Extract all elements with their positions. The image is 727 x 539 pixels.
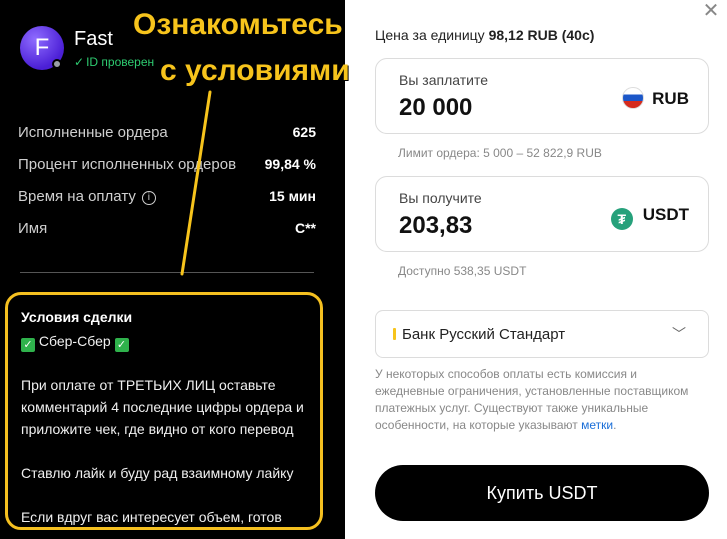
payment-method-select[interactable]: Банк Русский Стандарт ﹀ <box>375 310 709 358</box>
available-hint: Доступно 538,35 USDT <box>398 264 527 278</box>
russia-flag-icon <box>622 87 645 109</box>
annotation-line-2: с условиями <box>160 54 350 87</box>
payment-note-text: У некоторых способов оплаты есть комисси… <box>375 367 689 432</box>
unit-price-value: 98,12 RUB (40с) <box>488 27 595 43</box>
receive-amount-input[interactable]: 203,83 <box>399 212 472 240</box>
unit-price-label: Цена за единицу <box>375 27 485 43</box>
annotation-line-1: Ознакомьтесь <box>133 8 343 41</box>
tether-icon: ₮ <box>610 208 633 230</box>
buy-usdt-button[interactable]: Купить USDT <box>375 465 709 521</box>
receive-currency-code: USDT <box>642 205 689 224</box>
unit-price: Цена за единицу 98,12 RUB (40с) <box>375 27 594 43</box>
payment-method-value: Банк Русский Стандарт <box>402 326 566 343</box>
bank-color-mark <box>393 328 396 340</box>
receive-label: Вы получите <box>399 190 482 206</box>
payment-note-end: . <box>613 418 617 432</box>
receive-amount-field[interactable]: Вы получите 203,83 ₮ USDT <box>375 176 709 252</box>
pay-amount-input[interactable]: 20 000 <box>399 94 472 122</box>
pay-currency: RUB <box>622 87 689 109</box>
receive-currency: ₮ USDT <box>610 205 689 230</box>
order-limit-hint: Лимит ордера: 5 000 – 52 822,9 RUB <box>398 146 602 160</box>
pay-label: Вы заплатите <box>399 72 488 88</box>
payment-note: У некоторых способов оплаты есть комисси… <box>375 366 705 434</box>
pay-currency-code: RUB <box>652 89 689 108</box>
tags-link[interactable]: метки <box>581 418 613 432</box>
pay-amount-field[interactable]: Вы заплатите 20 000 RUB <box>375 58 709 134</box>
close-icon[interactable]: ✕ <box>702 1 720 21</box>
chevron-down-icon: ﹀ <box>672 326 686 342</box>
